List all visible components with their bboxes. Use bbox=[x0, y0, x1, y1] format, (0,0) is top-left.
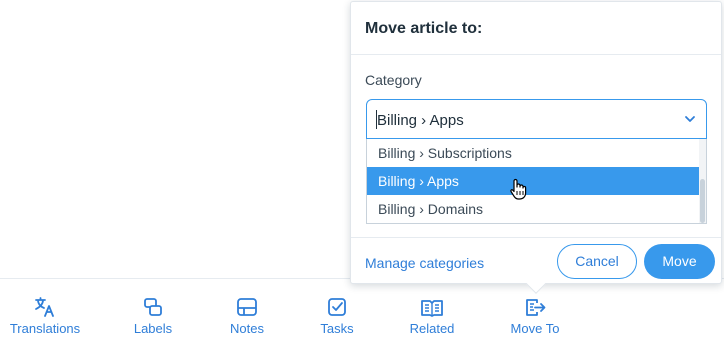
popover-divider bbox=[351, 237, 721, 238]
chevron-down-icon[interactable] bbox=[684, 114, 696, 124]
dropdown-option-subscriptions[interactable]: Billing › Subscriptions bbox=[367, 139, 699, 167]
toolbar-notes[interactable]: Notes bbox=[202, 279, 292, 341]
dropdown-scrollbar[interactable] bbox=[699, 139, 706, 223]
tasks-icon bbox=[328, 298, 346, 316]
notes-icon bbox=[237, 298, 257, 316]
toolbar-move-to-label: Move To bbox=[510, 321, 560, 336]
cancel-button[interactable]: Cancel bbox=[557, 244, 637, 279]
scrollbar-thumb[interactable] bbox=[700, 179, 705, 223]
category-select[interactable]: Billing › Apps bbox=[366, 99, 707, 139]
toolbar-notes-label: Notes bbox=[230, 321, 264, 336]
dropdown-option-domains[interactable]: Billing › Domains bbox=[367, 195, 699, 223]
category-dropdown-list: Billing › Subscriptions Billing › Apps B… bbox=[366, 139, 707, 224]
bottom-toolbar: Translations Labels Notes Tasks Related bbox=[0, 278, 724, 341]
toolbar-labels-label: Labels bbox=[133, 321, 173, 336]
category-label: Category bbox=[365, 72, 422, 88]
hand-pointer-icon bbox=[510, 178, 527, 200]
toolbar-tasks-label: Tasks bbox=[320, 321, 354, 336]
related-icon bbox=[421, 300, 443, 317]
popover-title: Move article to: bbox=[365, 20, 483, 37]
dropdown-option-apps[interactable]: Billing › Apps bbox=[367, 167, 699, 195]
move-button[interactable]: Move bbox=[644, 244, 715, 279]
translate-icon bbox=[35, 297, 54, 317]
toolbar-translations[interactable]: Translations bbox=[0, 279, 90, 341]
toolbar-labels[interactable]: Labels bbox=[108, 279, 198, 341]
move-to-icon bbox=[526, 299, 546, 316]
toolbar-translations-label: Translations bbox=[9, 321, 81, 336]
toolbar-related-label: Related bbox=[409, 321, 455, 336]
toolbar-tasks[interactable]: Tasks bbox=[292, 279, 382, 341]
move-article-popover: Move article to: Category Billing › Apps… bbox=[350, 1, 722, 294]
toolbar-related[interactable]: Related bbox=[387, 279, 477, 341]
labels-icon bbox=[144, 298, 162, 316]
popover-header: Move article to: bbox=[351, 2, 721, 55]
manage-categories-link[interactable]: Manage categories bbox=[365, 255, 484, 271]
category-select-value: Billing › Apps bbox=[377, 112, 464, 129]
